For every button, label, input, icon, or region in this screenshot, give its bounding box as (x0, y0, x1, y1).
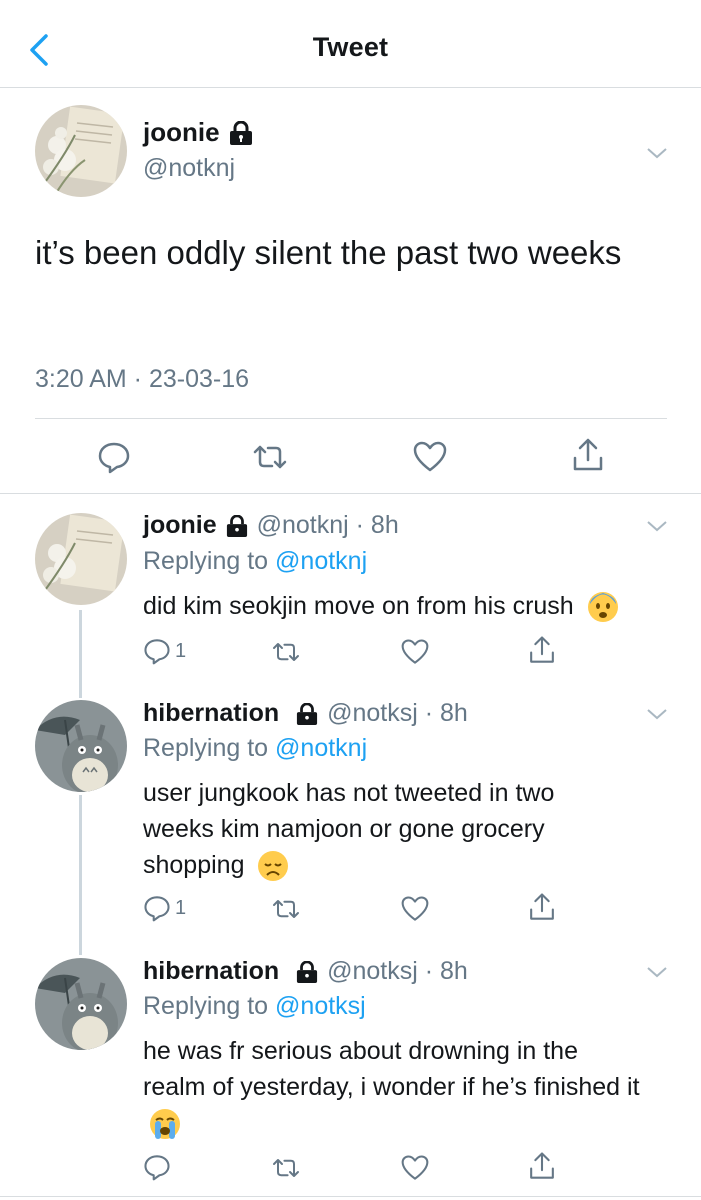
retweet-icon (273, 1159, 299, 1177)
mention-link[interactable]: @notksj (275, 992, 366, 1020)
author-name-row: joonie (143, 117, 254, 148)
reply-count: 1 (175, 639, 187, 662)
retweet-icon (253, 445, 287, 469)
reply-text-block: user jungkook has not tweeted in two wee… (143, 775, 623, 883)
author-handle[interactable]: @notksj · 8h (327, 699, 468, 728)
page-title: Tweet (312, 32, 389, 62)
heart-icon (413, 441, 447, 472)
fearful-face-emoji (587, 592, 618, 623)
replying-prefix: Replying to (143, 992, 269, 1020)
crying-face-emoji (150, 1109, 180, 1140)
author-handle[interactable]: @notknj (143, 154, 235, 183)
author-handle[interactable]: @notknj · 8h (257, 511, 399, 540)
reply-button[interactable] (143, 1153, 175, 1181)
reply-header: hibernation @notksj · 8h (143, 957, 468, 986)
divider (35, 418, 667, 419)
retweet-icon (273, 643, 299, 661)
share-icon (573, 438, 603, 471)
heart-icon (401, 639, 429, 664)
tweet-timestamp: 3:20 AM · 23-03-16 (35, 365, 250, 393)
chevron-down-icon[interactable] (645, 145, 669, 161)
retweet-button[interactable] (270, 895, 302, 923)
avatar[interactable] (35, 105, 127, 197)
author-handle[interactable]: @notksj · 8h (327, 957, 468, 986)
retweet-button[interactable] (270, 638, 302, 666)
like-button[interactable] (400, 895, 430, 923)
mention-link[interactable]: @notknj (275, 547, 367, 575)
reply-count: 1 (175, 896, 187, 919)
share-icon (530, 636, 554, 663)
author-name[interactable]: joonie (143, 117, 220, 148)
reply-text: user jungkook has not tweeted in two wee… (143, 779, 555, 879)
avatar-image (35, 958, 127, 1050)
reply-header: hibernation @notksj · 8h (143, 699, 468, 728)
chevron-down-icon[interactable] (645, 964, 669, 980)
author-name[interactable]: hibernation (143, 699, 279, 728)
avatar-image (35, 105, 127, 197)
reply-button[interactable]: 1 (143, 894, 186, 922)
replying-to: Replying to @notknj (143, 734, 367, 763)
avatar[interactable] (35, 958, 127, 1050)
thread-connector (79, 795, 82, 955)
reply-text-block: did kim seokjin move on from his crush (143, 588, 683, 624)
chevron-down-icon[interactable] (645, 518, 669, 534)
retweet-button[interactable] (270, 1154, 302, 1182)
replying-prefix: Replying to (143, 734, 269, 762)
lock-icon (229, 120, 252, 145)
reply-button[interactable] (97, 440, 131, 474)
author-name[interactable]: joonie (143, 511, 217, 540)
retweet-button[interactable] (250, 440, 290, 474)
comment-icon (144, 639, 170, 665)
chevron-down-icon[interactable] (645, 706, 669, 722)
like-button[interactable] (412, 440, 448, 474)
disappointed-face-emoji (258, 851, 289, 882)
reply-header: joonie @notknj · 8h (143, 511, 399, 540)
divider (0, 493, 701, 494)
avatar-image (35, 513, 127, 605)
comment-icon (98, 442, 130, 474)
share-button[interactable] (570, 436, 606, 474)
share-button[interactable] (527, 891, 557, 923)
tweet-text: it’s been oddly silent the past two week… (35, 234, 622, 271)
top-bar: Tweet (0, 0, 701, 88)
share-button[interactable] (527, 1150, 557, 1182)
avatar[interactable] (35, 513, 127, 605)
divider (0, 1196, 701, 1197)
share-icon (530, 1152, 554, 1179)
retweet-icon (273, 900, 299, 918)
mention-link[interactable]: @notknj (275, 734, 367, 762)
author-name[interactable]: hibernation (143, 957, 279, 986)
reply-text: he was fr serious about drowning in the … (143, 1037, 640, 1101)
lock-icon (297, 702, 318, 725)
comment-icon (144, 896, 170, 922)
lock-icon (297, 960, 318, 983)
replying-to: Replying to @notknj (143, 547, 367, 576)
share-button[interactable] (527, 634, 557, 666)
reply-text-block: he was fr serious about drowning in the … (143, 1033, 643, 1141)
share-icon (530, 893, 554, 920)
reply-button[interactable]: 1 (143, 637, 186, 665)
thread-connector (79, 610, 82, 698)
like-button[interactable] (400, 638, 430, 666)
avatar[interactable] (35, 700, 127, 792)
replying-prefix: Replying to (143, 547, 269, 575)
lock-icon (226, 514, 247, 537)
heart-icon (401, 1155, 429, 1180)
comment-icon (144, 1155, 170, 1181)
reply-text: did kim seokjin move on from his crush (143, 592, 574, 620)
like-button[interactable] (400, 1154, 430, 1182)
avatar-image (35, 700, 127, 792)
replying-to: Replying to @notksj (143, 992, 366, 1021)
heart-icon (401, 896, 429, 921)
